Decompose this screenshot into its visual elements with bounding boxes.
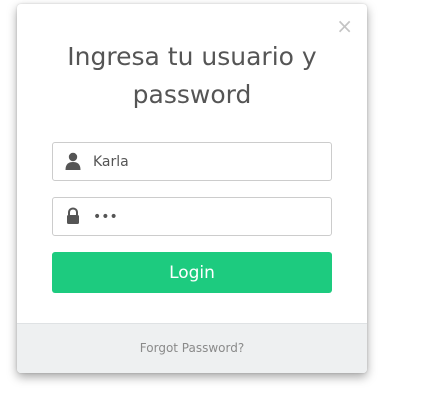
forgot-password-link[interactable]: Forgot Password? xyxy=(140,341,244,355)
modal-title: Ingresa tu usuario y password xyxy=(17,38,367,114)
title-line-1: Ingresa tu usuario y xyxy=(67,42,317,71)
login-modal: × Ingresa tu usuario y password Login Fo… xyxy=(17,4,367,373)
title-line-2: password xyxy=(132,80,252,109)
username-field[interactable] xyxy=(52,142,332,181)
password-field[interactable] xyxy=(52,197,332,236)
close-button[interactable]: × xyxy=(336,16,353,36)
login-button[interactable]: Login xyxy=(52,252,332,293)
username-input[interactable] xyxy=(93,143,323,180)
modal-footer: Forgot Password? xyxy=(17,323,367,373)
user-icon xyxy=(65,152,81,170)
lock-icon xyxy=(65,207,81,225)
password-input[interactable] xyxy=(93,198,323,235)
